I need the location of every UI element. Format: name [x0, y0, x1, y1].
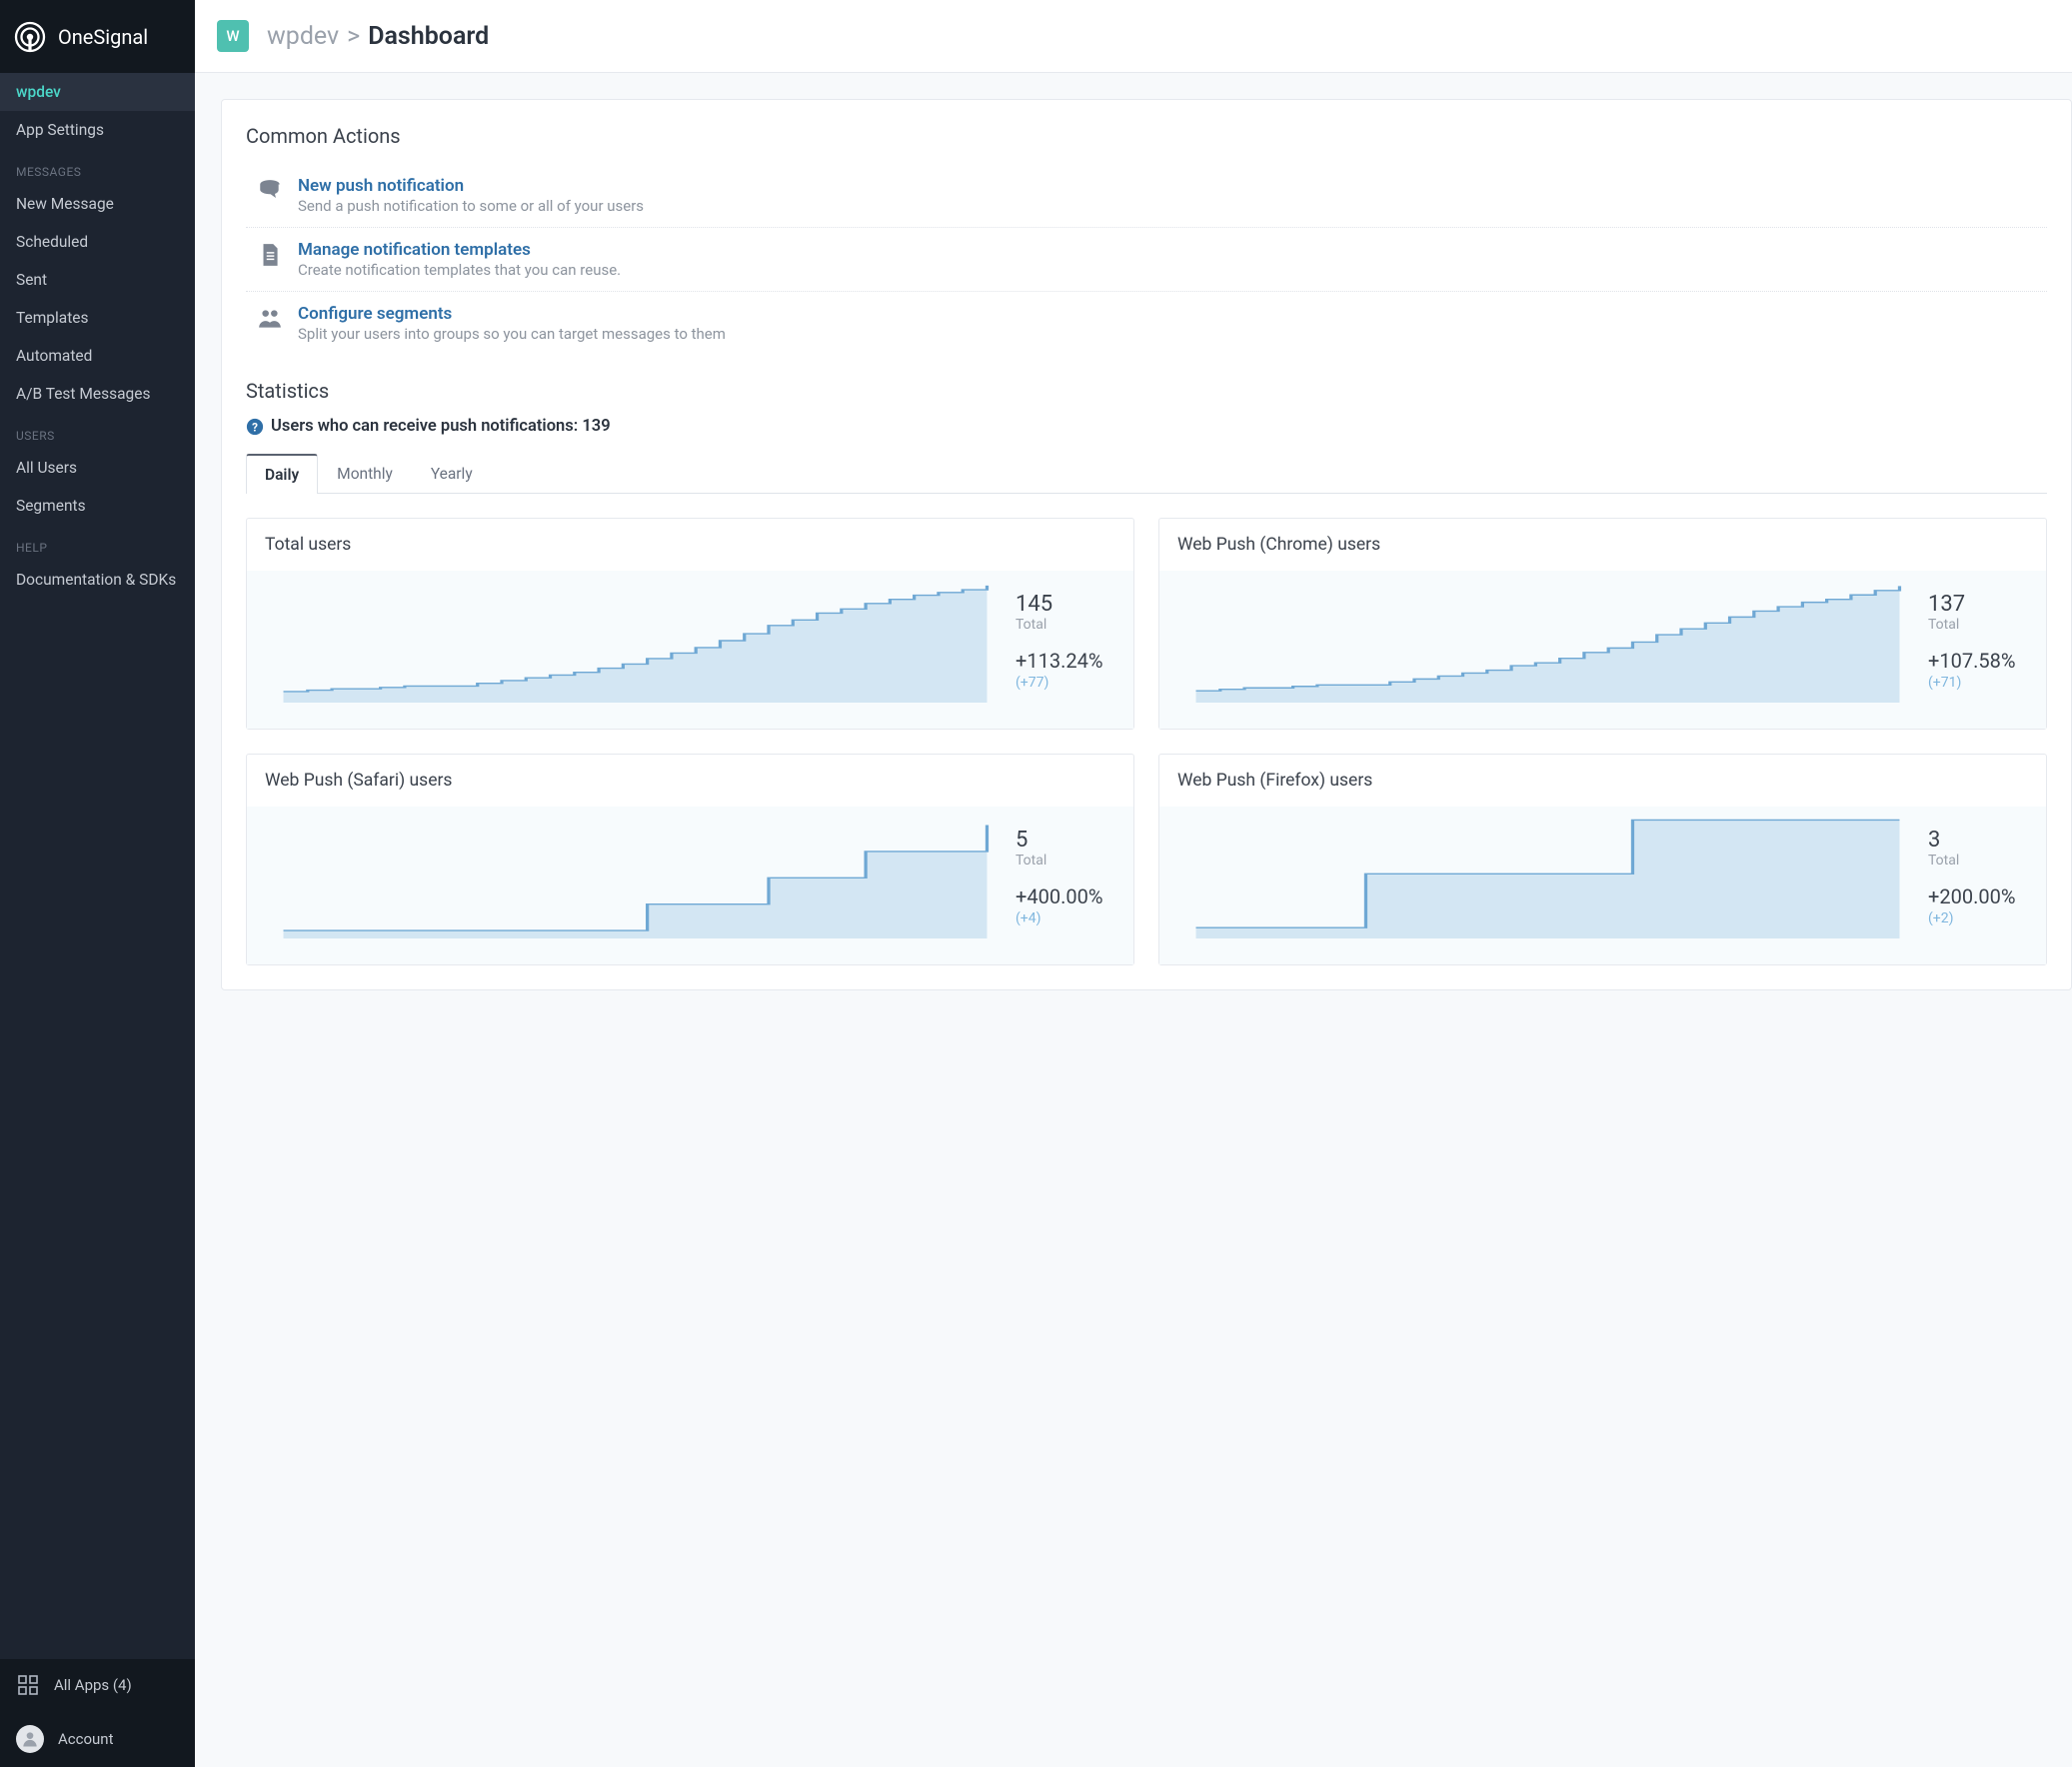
chart-value: 145 [1016, 592, 1115, 617]
chart-card: Web Push (Firefox) users 3Total +200.00% (+… [1158, 754, 2047, 965]
breadcrumb-app[interactable]: wpdev [267, 22, 339, 51]
action-desc: Split your users into groups so you can … [298, 325, 726, 343]
action-icon [250, 304, 290, 332]
chart-title: Total users [247, 519, 1133, 571]
sidebar-item[interactable]: Scheduled [0, 223, 195, 261]
tab-daily[interactable]: Daily [246, 454, 318, 494]
avatar-icon [16, 1725, 44, 1753]
tab-yearly[interactable]: Yearly [412, 454, 492, 494]
chart-value: 3 [1928, 828, 2028, 853]
chart-value: 137 [1928, 592, 2028, 617]
chart-title: Web Push (Chrome) users [1159, 519, 2046, 571]
logo-bar[interactable]: OneSignal [0, 0, 195, 73]
chevron-right-icon: > [347, 22, 360, 51]
sidebar-item-active-app[interactable]: wpdev [0, 73, 195, 111]
tab-monthly[interactable]: Monthly [318, 454, 412, 494]
chart-value-label: Total [1016, 853, 1115, 869]
chart-area [265, 807, 1006, 946]
sidebar-item[interactable]: Automated [0, 337, 195, 375]
chart-title: Web Push (Firefox) users [1159, 755, 2046, 807]
all-apps-button[interactable]: All Apps (4) [0, 1659, 195, 1711]
sidebar-item[interactable]: All Users [0, 449, 195, 487]
action-title: Configure segments [298, 304, 726, 324]
chart-percent: +113.24% [1016, 649, 1115, 673]
statistics-title: Statistics [246, 379, 2047, 403]
action-row[interactable]: Configure segmentsSplit your users into … [246, 292, 2047, 355]
chart-title: Web Push (Safari) users [247, 755, 1133, 807]
account-label: Account [58, 1730, 114, 1748]
chart-area [1177, 571, 1918, 711]
chart-card: Web Push (Chrome) users 137Total +107.58% (… [1158, 518, 2047, 730]
grid-icon [16, 1673, 40, 1697]
sidebar-heading: MESSAGES [0, 149, 195, 185]
sidebar-item[interactable]: A/B Test Messages [0, 375, 195, 413]
action-title: Manage notification templates [298, 240, 621, 260]
sidebar-item[interactable]: Segments [0, 487, 195, 525]
sidebar-heading: USERS [0, 413, 195, 449]
chart-delta: (+77) [1016, 675, 1115, 691]
chart-delta: (+4) [1016, 910, 1115, 926]
chart-card: Total users 145Total +113.24% (+77) [246, 518, 1134, 730]
chart-percent: +200.00% [1928, 884, 2028, 908]
all-apps-label: All Apps (4) [54, 1676, 132, 1694]
account-button[interactable]: Account [0, 1711, 195, 1767]
sidebar-item[interactable]: Templates [0, 299, 195, 337]
chart-percent: +400.00% [1016, 884, 1115, 908]
sidebar-item[interactable]: Sent [0, 261, 195, 299]
chart-value-label: Total [1016, 617, 1115, 633]
sidebar-item-app-settings[interactable]: App Settings [0, 111, 195, 149]
chart-percent: +107.58% [1928, 649, 2028, 673]
action-title: New push notification [298, 176, 644, 196]
action-desc: Create notification templates that you c… [298, 261, 621, 279]
action-desc: Send a push notification to some or all … [298, 197, 644, 215]
breadcrumb: wpdev > Dashboard [267, 22, 489, 51]
stats-tabs: DailyMonthlyYearly [246, 454, 2047, 494]
action-row[interactable]: New push notificationSend a push notific… [246, 164, 2047, 228]
app-badge[interactable]: W [217, 20, 249, 52]
breadcrumb-page: Dashboard [368, 22, 489, 51]
sidebar: OneSignal wpdev App Settings MESSAGESNew… [0, 0, 195, 1767]
action-icon [250, 176, 290, 204]
sidebar-item[interactable]: Documentation & SDKs [0, 561, 195, 599]
chart-delta: (+71) [1928, 675, 2028, 691]
action-row[interactable]: Manage notification templatesCreate noti… [246, 228, 2047, 292]
onesignal-logo-icon [14, 21, 46, 53]
action-icon [250, 240, 290, 268]
sidebar-heading: HELP [0, 525, 195, 561]
brand-text: OneSignal [58, 25, 148, 49]
chart-area [1177, 807, 1918, 946]
common-actions-title: Common Actions [246, 124, 2047, 148]
chart-value-label: Total [1928, 853, 2028, 869]
chart-delta: (+2) [1928, 910, 2028, 926]
help-icon[interactable]: ? [246, 418, 264, 436]
svg-text:?: ? [252, 420, 258, 434]
receive-line: ? Users who can receive push notificatio… [246, 417, 2047, 436]
chart-value-label: Total [1928, 617, 2028, 633]
chart-card: Web Push (Safari) users 5Total +400.00% (+4… [246, 754, 1134, 965]
chart-area [265, 571, 1006, 711]
chart-value: 5 [1016, 828, 1115, 853]
sidebar-item[interactable]: New Message [0, 185, 195, 223]
topbar: W wpdev > Dashboard [195, 0, 2072, 73]
